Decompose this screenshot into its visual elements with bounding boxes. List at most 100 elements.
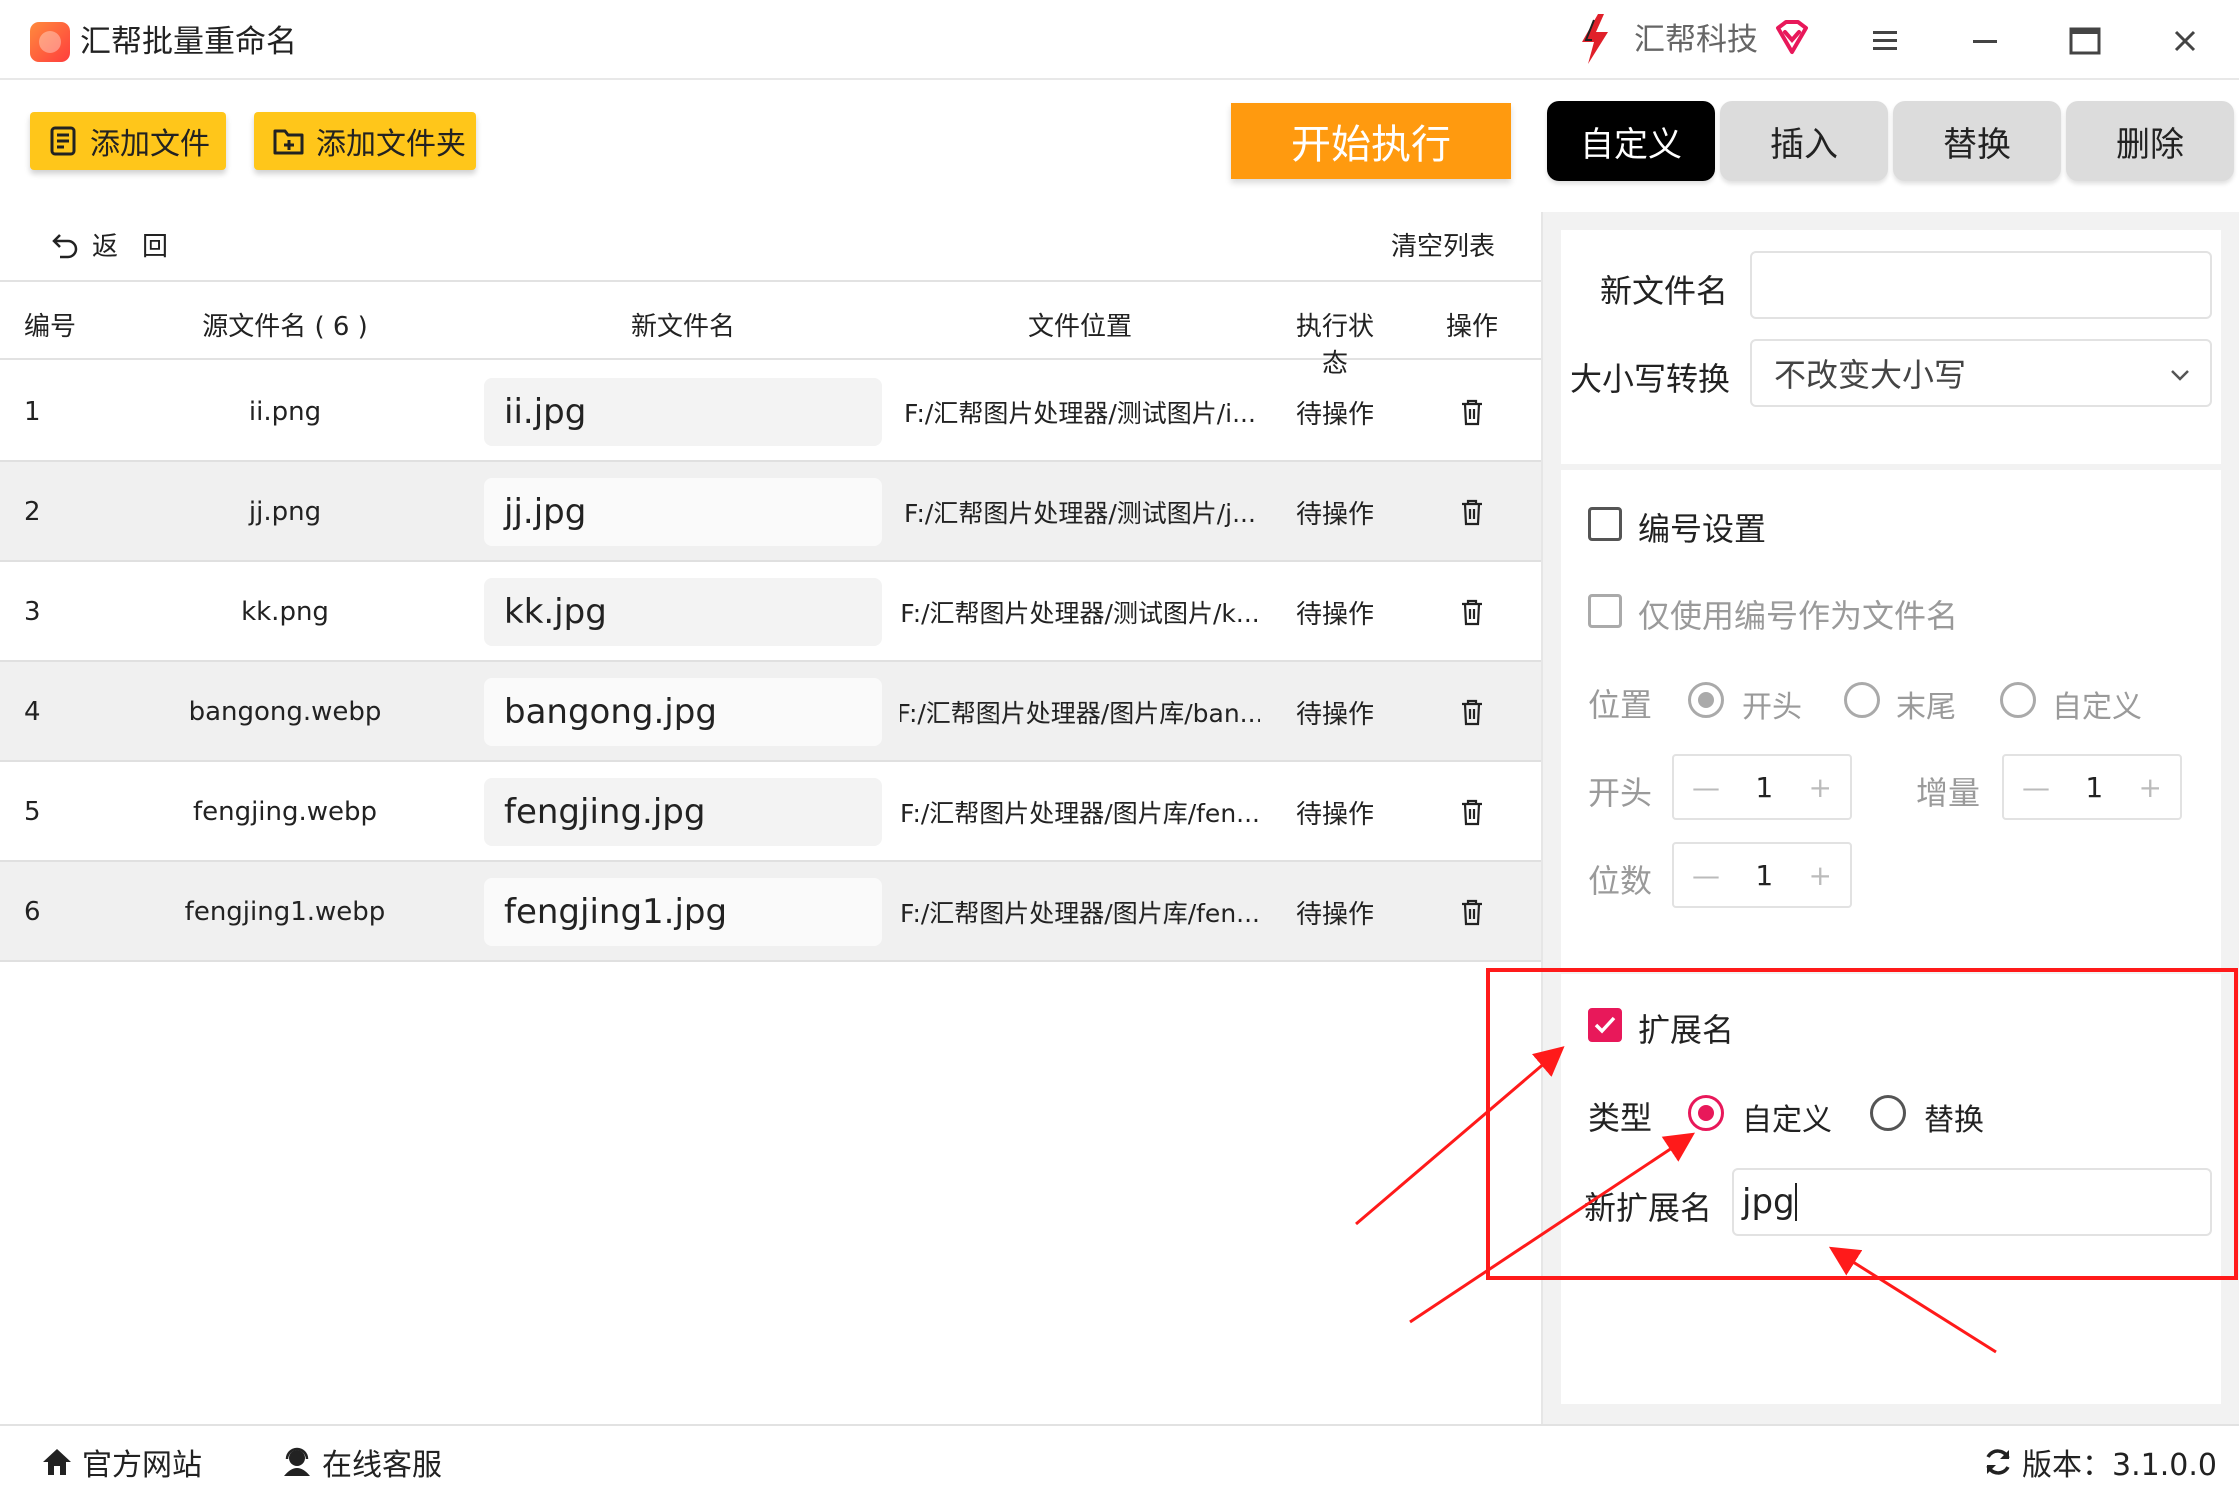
minimize-icon[interactable] <box>1962 18 2008 64</box>
table-row[interactable]: 3 kk.png kk.jpg F:/汇帮图片处理器/测试图片/k... 待操作 <box>0 562 1541 662</box>
minus-icon[interactable]: — <box>2022 771 2050 804</box>
refresh-icon <box>1986 1449 2010 1475</box>
trash-icon <box>1462 599 1482 626</box>
close-icon[interactable] <box>2162 18 2208 64</box>
new-filename-input[interactable] <box>1750 251 2212 319</box>
official-site-label: 官方网站 <box>82 1448 202 1483</box>
delete-row-button[interactable] <box>1452 762 1492 862</box>
minus-icon[interactable]: — <box>1692 771 1720 804</box>
header-operation: 操作 <box>1445 312 1498 342</box>
table-row[interactable]: 1 ii.png ii.jpg F:/汇帮图片处理器/测试图片/i... 待操作 <box>0 362 1541 462</box>
start-stepper[interactable]: — 1 + <box>1672 754 1852 820</box>
extension-label: 扩展名 <box>1638 1011 1735 1049</box>
add-file-label: 添加文件 <box>90 127 210 162</box>
plus-icon[interactable]: + <box>1809 771 1832 804</box>
row-location: F:/汇帮图片处理器/测试图片/j... <box>904 499 1256 528</box>
tab-delete[interactable]: 删除 <box>2066 101 2234 181</box>
version-label: 版本：3.1.0.0 <box>2022 1448 2217 1483</box>
increment-stepper[interactable]: — 1 + <box>2002 754 2182 820</box>
row-source: fengjing.webp <box>192 797 378 827</box>
delete-row-button[interactable] <box>1452 862 1492 962</box>
delete-row-button[interactable] <box>1452 562 1492 662</box>
type-custom-label: 自定义 <box>1742 1103 1832 1138</box>
digits-stepper[interactable]: — 1 + <box>1672 842 1852 908</box>
delete-row-button[interactable] <box>1452 662 1492 762</box>
case-conversion-select[interactable]: 不改变大小写 <box>1750 339 2212 407</box>
row-no: 1 <box>24 397 41 427</box>
position-start-radio[interactable] <box>1688 682 1724 718</box>
row-status: 待操作 <box>1295 799 1374 830</box>
increment-label: 增量 <box>1916 774 1981 812</box>
start-button[interactable]: 开始执行 <box>1231 103 1511 179</box>
row-new-name-field[interactable]: ii.jpg <box>484 378 882 446</box>
version-info[interactable]: 版本：3.1.0.0 <box>1982 1440 2217 1484</box>
case-conversion-value: 不改变大小写 <box>1774 356 1967 394</box>
position-label: 位置 <box>1588 686 1653 724</box>
row-no: 5 <box>24 797 41 827</box>
row-location: F:/汇帮图片处理器/测试图片/k... <box>900 599 1260 628</box>
tab-custom[interactable]: 自定义 <box>1547 101 1715 181</box>
official-site-link[interactable]: 官方网站 <box>40 1440 202 1484</box>
only-number-checkbox[interactable] <box>1588 594 1622 628</box>
row-new-name-field[interactable]: kk.jpg <box>484 578 882 646</box>
position-end-radio[interactable] <box>1844 682 1880 718</box>
row-source: ii.png <box>248 397 322 427</box>
app-logo-icon <box>30 22 70 62</box>
trash-icon <box>1462 899 1482 926</box>
new-extension-value: jpg <box>1742 1182 1795 1222</box>
numbering-checkbox[interactable] <box>1588 507 1622 541</box>
row-new-name-field[interactable]: bangong.jpg <box>484 678 882 746</box>
menu-icon[interactable] <box>1862 18 1908 64</box>
back-button[interactable]: 返回 <box>50 226 192 263</box>
trash-icon <box>1462 399 1482 426</box>
table-row[interactable]: 6 fengjing1.webp fengjing1.jpg F:/汇帮图片处理… <box>0 862 1541 962</box>
header-source: 源文件名 ( 6 ) <box>202 312 368 342</box>
trash-icon <box>1462 799 1482 826</box>
digits-value: 1 <box>1755 858 1774 892</box>
row-new-name-field[interactable]: fengjing1.jpg <box>484 878 882 946</box>
extension-checkbox[interactable] <box>1588 1008 1622 1042</box>
new-extension-label: 新扩展名 <box>1584 1189 1713 1227</box>
position-custom-radio[interactable] <box>2000 682 2036 718</box>
delete-row-button[interactable] <box>1452 462 1492 562</box>
row-location: F:/汇帮图片处理器/图片库/fen... <box>900 799 1260 828</box>
add-folder-label: 添加文件夹 <box>316 127 466 162</box>
minus-icon[interactable]: — <box>1692 859 1720 892</box>
tab-insert[interactable]: 插入 <box>1720 101 1888 181</box>
row-source: bangong.webp <box>188 697 382 727</box>
tab-replace[interactable]: 替换 <box>1893 101 2061 181</box>
table-row[interactable]: 2 jj.png jj.jpg F:/汇帮图片处理器/测试图片/j... 待操作 <box>0 462 1541 562</box>
plus-icon[interactable]: + <box>2139 771 2162 804</box>
app-title: 汇帮批量重命名 <box>80 24 297 60</box>
row-new-name-field[interactable]: jj.jpg <box>484 478 882 546</box>
type-replace-radio[interactable] <box>1870 1095 1906 1131</box>
row-no: 6 <box>24 897 41 927</box>
add-file-button[interactable]: 添加文件 <box>30 112 226 170</box>
support-agent-icon <box>284 1447 310 1476</box>
row-status: 待操作 <box>1295 899 1374 930</box>
plus-icon[interactable]: + <box>1809 859 1832 892</box>
vip-diamond-icon[interactable] <box>1772 18 1812 58</box>
table-row[interactable]: 5 fengjing.webp fengjing.jpg F:/汇帮图片处理器/… <box>0 762 1541 862</box>
start-value: 1 <box>1755 770 1774 804</box>
header-location: 文件位置 <box>1027 312 1132 342</box>
chevron-down-icon <box>2171 370 2189 381</box>
new-extension-input[interactable]: jpg <box>1732 1168 2212 1236</box>
online-support-label: 在线客服 <box>322 1448 442 1483</box>
clear-list-button[interactable]: 清空列表 <box>1391 226 1495 263</box>
row-status: 待操作 <box>1295 399 1374 430</box>
type-custom-radio[interactable] <box>1688 1095 1724 1131</box>
add-folder-button[interactable]: 添加文件夹 <box>254 112 476 170</box>
file-list-icon <box>50 126 76 156</box>
delete-row-button[interactable] <box>1452 362 1492 462</box>
row-status: 待操作 <box>1295 699 1374 730</box>
maximize-icon[interactable] <box>2062 18 2108 64</box>
digits-label: 位数 <box>1588 862 1653 900</box>
online-support-link[interactable]: 在线客服 <box>280 1440 442 1484</box>
table-row[interactable]: 4 bangong.webp bangong.jpg F:/汇帮图片处理器/图片… <box>0 662 1541 762</box>
increment-value: 1 <box>2085 770 2104 804</box>
row-new-name-field[interactable]: fengjing.jpg <box>484 778 882 846</box>
row-no: 3 <box>24 597 41 627</box>
row-source: fengjing1.webp <box>184 897 386 927</box>
numbering-label: 编号设置 <box>1638 510 1767 548</box>
